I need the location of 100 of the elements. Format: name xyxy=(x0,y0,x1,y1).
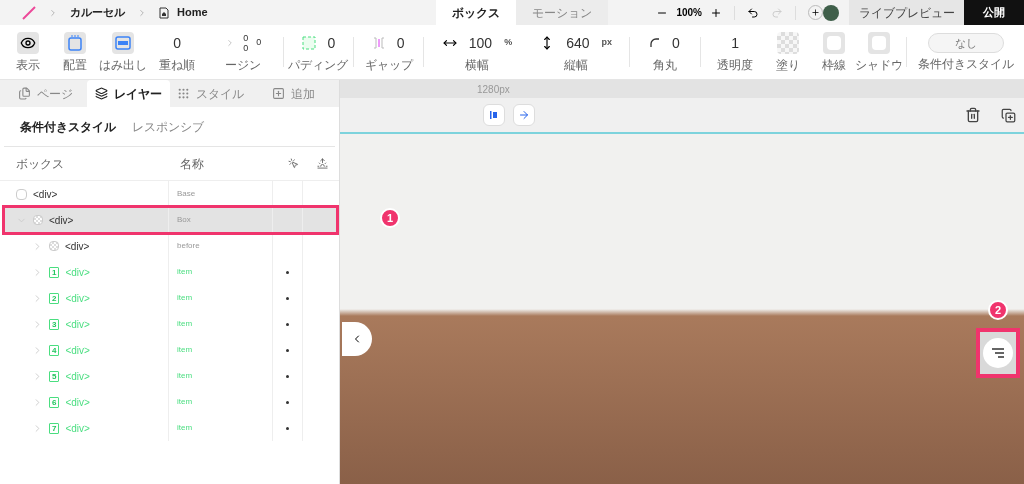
tool-label: パディング xyxy=(288,58,349,72)
tool-label: 角丸 xyxy=(653,58,677,72)
trash-icon[interactable] xyxy=(965,107,981,123)
number-value[interactable]: 0 xyxy=(173,32,182,54)
tool-button[interactable] xyxy=(16,32,39,54)
duplicate-icon[interactable] xyxy=(1001,107,1016,123)
breadcrumb-link[interactable]: Home xyxy=(177,4,208,21)
number-value[interactable]: 100 xyxy=(468,32,493,54)
layer-row[interactable]: <div> before xyxy=(4,233,337,259)
direction-button[interactable] xyxy=(513,104,535,126)
zoom-level[interactable]: 100% xyxy=(676,5,702,20)
condition-pill[interactable]: なし xyxy=(927,33,1004,53)
number-badge: 3 xyxy=(49,318,60,330)
menu-button[interactable] xyxy=(976,328,1020,378)
checkbox[interactable] xyxy=(16,188,27,200)
arrow-right-icon xyxy=(518,109,530,121)
redo-icon[interactable] xyxy=(771,6,783,19)
tool-label: シャドウ xyxy=(855,58,904,72)
name-label: item xyxy=(177,344,193,356)
tool-label: はみ出し xyxy=(98,58,147,72)
unit-label: % xyxy=(504,36,513,50)
tool-label: 縦幅 xyxy=(564,58,589,72)
breadcrumb-link[interactable]: カルーセル xyxy=(70,4,125,21)
sub-tab[interactable]: レスポンシブ xyxy=(132,117,204,136)
tag-label: <div> xyxy=(65,369,90,384)
tool-label: ージン xyxy=(225,58,262,72)
undo-icon[interactable] xyxy=(747,6,759,19)
box-icon xyxy=(49,241,59,251)
name-label: item xyxy=(177,292,193,304)
tool-label: 重ね順 xyxy=(159,58,196,72)
number-badge: 1 xyxy=(49,266,60,278)
menu-icon xyxy=(991,348,1005,358)
gap-icon xyxy=(372,36,385,50)
tool-label: 表示 xyxy=(15,58,40,72)
number-value[interactable]: 0 xyxy=(396,32,405,54)
unit-label: px xyxy=(601,36,613,50)
sunrise-icon xyxy=(317,158,328,169)
name-label: item xyxy=(177,396,193,408)
sub-tab[interactable]: 条件付きスタイル xyxy=(20,117,116,136)
ruler-label: 1280px xyxy=(477,82,510,97)
tool-label: 透明度 xyxy=(717,58,754,72)
tag-label: <div> xyxy=(65,421,90,436)
tag-label: <div> xyxy=(65,395,90,410)
pointer-icon xyxy=(288,158,299,169)
mode-tab[interactable]: ボックス xyxy=(436,0,517,25)
box-icon xyxy=(33,215,43,225)
pages-icon xyxy=(17,87,31,100)
number-value[interactable]: 1 xyxy=(731,32,739,54)
name-label: Base xyxy=(177,188,196,200)
number-badge: 5 xyxy=(49,370,60,382)
tag-label: <div> xyxy=(65,239,90,254)
blank-swatch[interactable] xyxy=(822,32,845,54)
previous-button[interactable] xyxy=(342,322,372,356)
tool-label: 枠線 xyxy=(821,58,846,72)
page-icon xyxy=(159,6,169,19)
tag-label: <div> xyxy=(65,317,90,332)
number-badge: 6 xyxy=(49,396,60,408)
number-badge: 2 xyxy=(49,292,60,304)
dots-icon xyxy=(177,87,191,100)
tag-label: <div> xyxy=(65,343,90,358)
name-label: item xyxy=(177,266,193,278)
publish-button[interactable]: 公開 xyxy=(964,0,1024,25)
annotation-marker: 1 xyxy=(380,208,400,228)
tool-label: 条件付きスタイル xyxy=(917,57,1014,71)
frame-icon xyxy=(68,35,82,51)
margin-top-value[interactable]: 0 xyxy=(243,33,249,43)
column-header: 名称 xyxy=(180,155,205,173)
tag-label: <div> xyxy=(65,291,90,306)
margin-right-value[interactable]: 0 xyxy=(256,36,262,50)
eye-icon xyxy=(19,35,36,51)
zoom-in-icon[interactable] xyxy=(710,6,722,19)
layer-row[interactable]: <div> Box xyxy=(4,207,337,233)
blank-swatch[interactable] xyxy=(868,32,891,54)
logo-icon[interactable] xyxy=(22,5,36,20)
name-label: Box xyxy=(177,214,191,226)
add-icon xyxy=(272,87,286,100)
avatar[interactable] xyxy=(823,4,839,21)
margin-bottom-value[interactable]: 0 xyxy=(243,43,249,53)
name-label: item xyxy=(177,318,193,330)
chevron-icon xyxy=(48,7,58,18)
tool-label: 塗り xyxy=(776,58,801,72)
padding-icon xyxy=(301,36,316,50)
number-badge: 7 xyxy=(49,422,60,434)
number-value[interactable]: 0 xyxy=(327,32,336,54)
tag-label: <div> xyxy=(49,213,74,228)
name-label: item xyxy=(177,422,193,434)
column-header: ボックス xyxy=(15,155,65,173)
live-preview-button[interactable]: ライブプレビュー xyxy=(849,0,964,25)
number-badge: 4 xyxy=(49,344,60,356)
number-value[interactable]: 0 xyxy=(672,32,680,54)
chevron-icon xyxy=(137,7,147,18)
name-label: item xyxy=(177,370,193,382)
number-value[interactable]: 640 xyxy=(566,32,590,54)
panel-tab[interactable]: レイヤー xyxy=(86,80,170,107)
overflow-icon xyxy=(114,36,131,50)
align-button[interactable] xyxy=(483,104,505,126)
tool-label: 横幅 xyxy=(465,58,490,72)
checker-swatch[interactable] xyxy=(777,32,800,54)
corner-icon xyxy=(650,38,661,48)
tool-label: 配置 xyxy=(63,58,87,72)
